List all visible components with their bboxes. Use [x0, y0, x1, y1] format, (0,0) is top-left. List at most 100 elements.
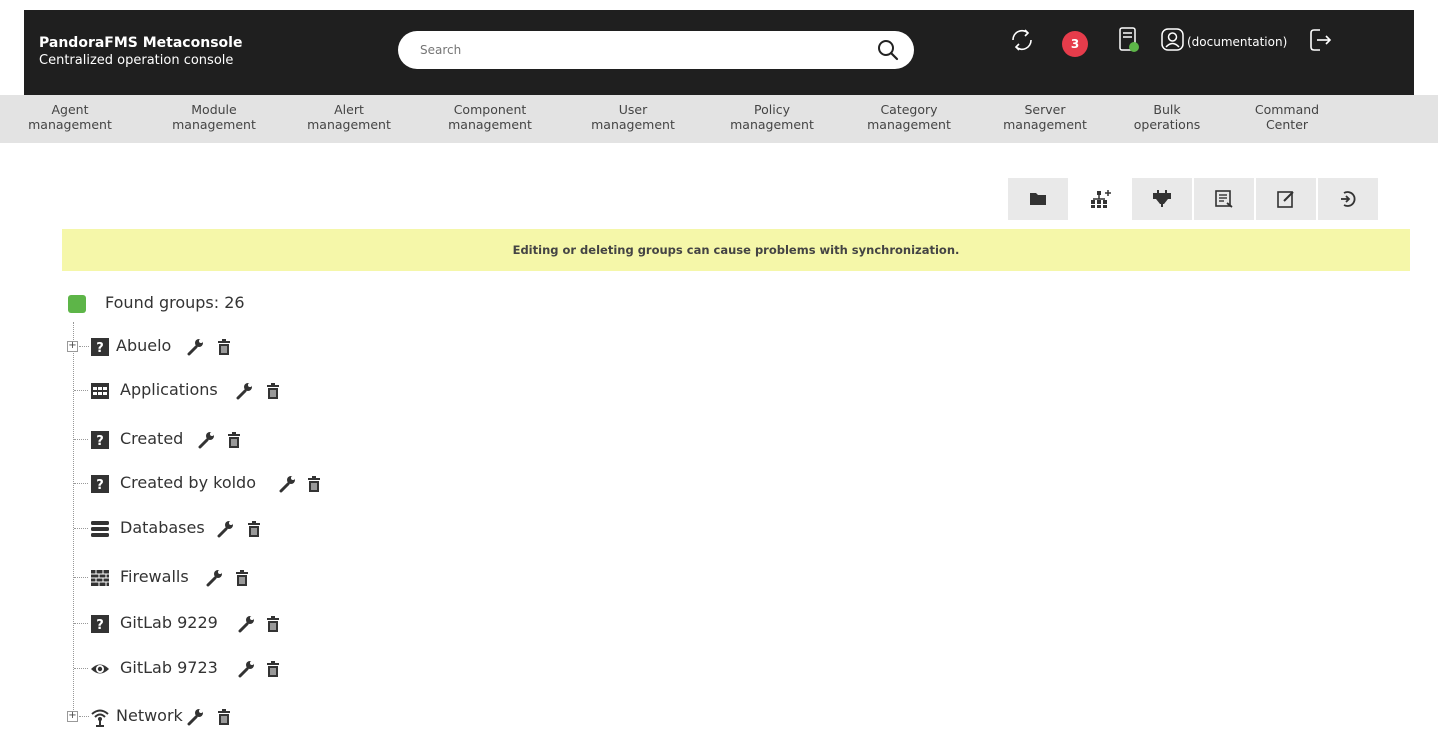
brand[interactable]: PandoraFMS Metaconsole Centralized opera…	[39, 34, 242, 70]
wrench-icon[interactable]	[237, 615, 255, 633]
trash-icon[interactable]	[264, 660, 282, 678]
tree-node-firewalls[interactable]: Firewalls	[0, 566, 260, 590]
menu-label: management	[867, 117, 951, 132]
question-icon: ?	[91, 338, 109, 356]
menu-component-management[interactable]: Component management	[420, 102, 560, 132]
search-box[interactable]	[398, 31, 914, 69]
group-name[interactable]: GitLab 9229	[120, 613, 218, 632]
header: PandoraFMS Metaconsole Centralized opera…	[0, 0, 1438, 95]
expand-toggle[interactable]: +	[67, 341, 78, 352]
exit-button[interactable]	[1318, 178, 1378, 220]
trash-icon[interactable]	[264, 382, 282, 400]
server-status-icon[interactable]	[1117, 22, 1141, 58]
group-name[interactable]: Applications	[120, 380, 218, 399]
question-icon: ?	[91, 615, 109, 633]
main-menu: Agent management Module management Alert…	[0, 95, 1438, 143]
app-subtitle: Centralized operation console	[39, 53, 234, 68]
menu-label: Bulk	[1153, 102, 1181, 117]
tree-node-databases[interactable]: Databases	[0, 517, 270, 541]
menu-command-center[interactable]: Command Center	[1232, 102, 1342, 132]
user-icon[interactable]	[1160, 22, 1186, 58]
group-name[interactable]: Firewalls	[120, 567, 189, 586]
wrench-icon[interactable]	[216, 520, 234, 538]
trash-icon[interactable]	[233, 569, 251, 587]
search-input[interactable]	[420, 40, 850, 60]
trash-icon[interactable]	[215, 708, 233, 726]
app-title: PandoraFMS Metaconsole	[39, 35, 243, 51]
group-name[interactable]: Databases	[120, 518, 205, 537]
wrench-icon[interactable]	[186, 708, 204, 726]
menu-label: management	[730, 117, 814, 132]
group-name[interactable]: Created	[120, 429, 183, 448]
wrench-icon[interactable]	[235, 382, 253, 400]
wrench-icon[interactable]	[197, 431, 215, 449]
menu-label: User	[618, 102, 648, 117]
search-icon[interactable]	[876, 38, 900, 62]
wrench-icon[interactable]	[205, 569, 223, 587]
tree-branch-line	[79, 716, 89, 717]
tree-branch-line	[74, 483, 88, 484]
svg-text:?: ?	[96, 434, 104, 449]
tree-branch-line	[74, 439, 88, 440]
tree-view-button[interactable]	[1070, 178, 1130, 220]
trash-icon[interactable]	[264, 615, 282, 633]
report-button[interactable]	[1194, 178, 1254, 220]
tree-node-created-by-koldo[interactable]: ? Created by koldo	[0, 472, 330, 496]
notification-badge[interactable]: 3	[1062, 31, 1088, 57]
menu-label: management	[1003, 117, 1087, 132]
database-icon	[91, 521, 109, 537]
folder-icon	[1030, 193, 1046, 205]
trash-icon[interactable]	[245, 520, 263, 538]
menu-category-management[interactable]: Category management	[842, 102, 976, 132]
plug-icon	[1153, 190, 1171, 207]
edit-icon	[1277, 191, 1294, 208]
menu-label: Component	[453, 102, 527, 117]
tree-node-applications[interactable]: Applications	[0, 379, 290, 403]
group-name[interactable]: Network	[116, 706, 183, 725]
svg-text:?: ?	[96, 341, 104, 356]
found-groups-label: Found groups: 26	[105, 293, 245, 312]
wrench-icon[interactable]	[278, 475, 296, 493]
eye-icon	[91, 664, 109, 674]
menu-user-management[interactable]: User management	[565, 102, 701, 132]
group-name[interactable]: GitLab 9723	[120, 658, 218, 677]
tree-node-abuelo[interactable]: + ? Abuelo	[0, 335, 260, 359]
wifi-icon	[91, 709, 109, 727]
menu-agent-management[interactable]: Agent management	[0, 102, 140, 132]
tree-branch-line	[74, 668, 88, 669]
wrench-icon[interactable]	[186, 338, 204, 356]
menu-policy-management[interactable]: Policy management	[707, 102, 837, 132]
folder-button[interactable]	[1008, 178, 1068, 220]
tree-branch-line	[74, 623, 88, 624]
group-name[interactable]: Abuelo	[116, 336, 171, 355]
expand-toggle[interactable]: +	[67, 711, 78, 722]
trash-icon[interactable]	[305, 475, 323, 493]
menu-module-management[interactable]: Module management	[146, 102, 282, 132]
edit-button[interactable]	[1256, 178, 1316, 220]
tree-node-gitlab-9723[interactable]: GitLab 9723	[0, 657, 290, 681]
tree-branch-line	[74, 390, 88, 391]
menu-label: Center	[1265, 117, 1309, 132]
tree-node-created[interactable]: ? Created	[0, 428, 260, 452]
logout-icon[interactable]	[1306, 22, 1334, 58]
warning-text: Editing or deleting groups can cause pro…	[512, 243, 960, 257]
group-name[interactable]: Created by koldo	[120, 473, 256, 492]
user-name[interactable]: (documentation)	[1187, 35, 1287, 49]
refresh-icon[interactable]	[1007, 22, 1037, 58]
trash-icon[interactable]	[215, 338, 233, 356]
exit-icon	[1341, 191, 1356, 207]
menu-alert-management[interactable]: Alert management	[291, 102, 407, 132]
menu-server-management[interactable]: Server management	[982, 102, 1108, 132]
wrench-icon[interactable]	[237, 660, 255, 678]
menu-label: operations	[1133, 117, 1201, 132]
tree-node-gitlab-9229[interactable]: ? GitLab 9229	[0, 612, 290, 636]
menu-label: Alert	[334, 102, 364, 117]
trash-icon[interactable]	[225, 431, 243, 449]
menu-bulk-operations[interactable]: Bulk operations	[1112, 102, 1222, 132]
tree-branch-line	[74, 528, 88, 529]
tree-node-network[interactable]: + Network	[0, 705, 260, 729]
sync-warning-banner: Editing or deleting groups can cause pro…	[62, 229, 1410, 271]
plug-button[interactable]	[1132, 178, 1192, 220]
menu-label: management	[28, 117, 112, 132]
status-ok-icon	[68, 295, 86, 313]
